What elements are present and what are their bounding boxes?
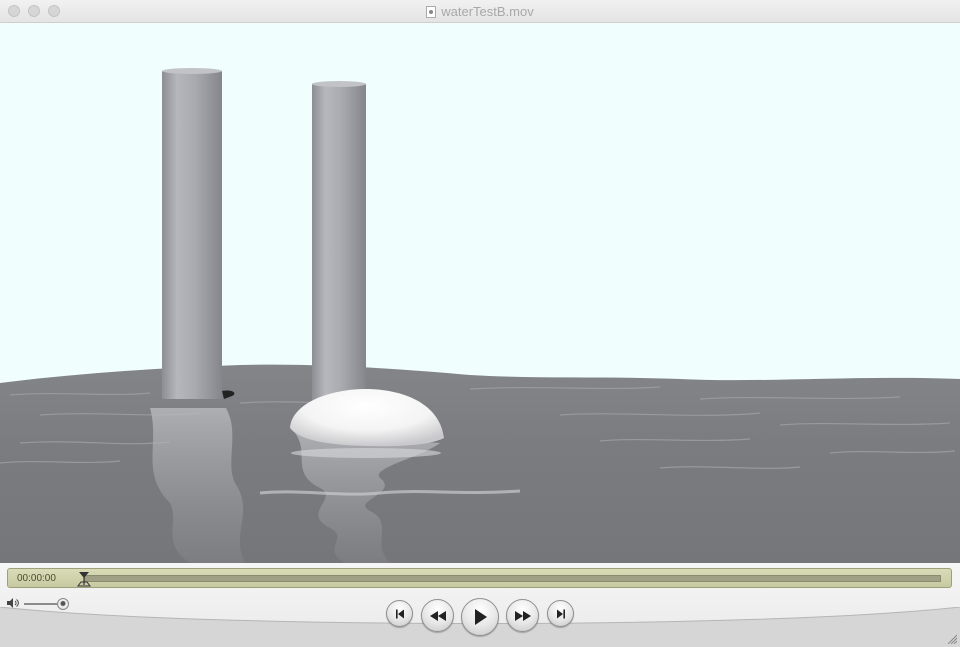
timeline-scrubber[interactable]: 00:00:00 xyxy=(7,568,952,588)
skip-to-start-button[interactable] xyxy=(386,600,413,627)
fast-forward-button[interactable] xyxy=(506,599,539,632)
play-icon xyxy=(475,609,487,625)
resize-grip-icon[interactable] xyxy=(947,634,957,644)
video-frame[interactable] xyxy=(0,23,960,563)
playhead-icon[interactable] xyxy=(77,571,91,587)
fast-forward-icon xyxy=(514,610,531,621)
timeline-track[interactable] xyxy=(84,575,941,582)
window-title-group: waterTestB.mov xyxy=(0,4,960,19)
title-bar[interactable]: waterTestB.mov xyxy=(0,0,960,23)
skip-to-start-icon xyxy=(395,609,404,618)
play-button[interactable] xyxy=(461,598,499,636)
video-scene xyxy=(0,23,960,563)
skip-to-end-button[interactable] xyxy=(547,600,574,627)
movie-file-icon xyxy=(426,6,437,18)
skip-to-end-icon xyxy=(556,609,565,618)
current-time: 00:00:00 xyxy=(17,573,56,584)
controller-bar: 00:00:00 xyxy=(0,563,960,647)
rewind-icon xyxy=(429,610,446,621)
rewind-button[interactable] xyxy=(421,599,454,632)
player-window: waterTestB.mov 00:00:00 xyxy=(0,0,960,647)
window-title: waterTestB.mov xyxy=(441,4,534,19)
